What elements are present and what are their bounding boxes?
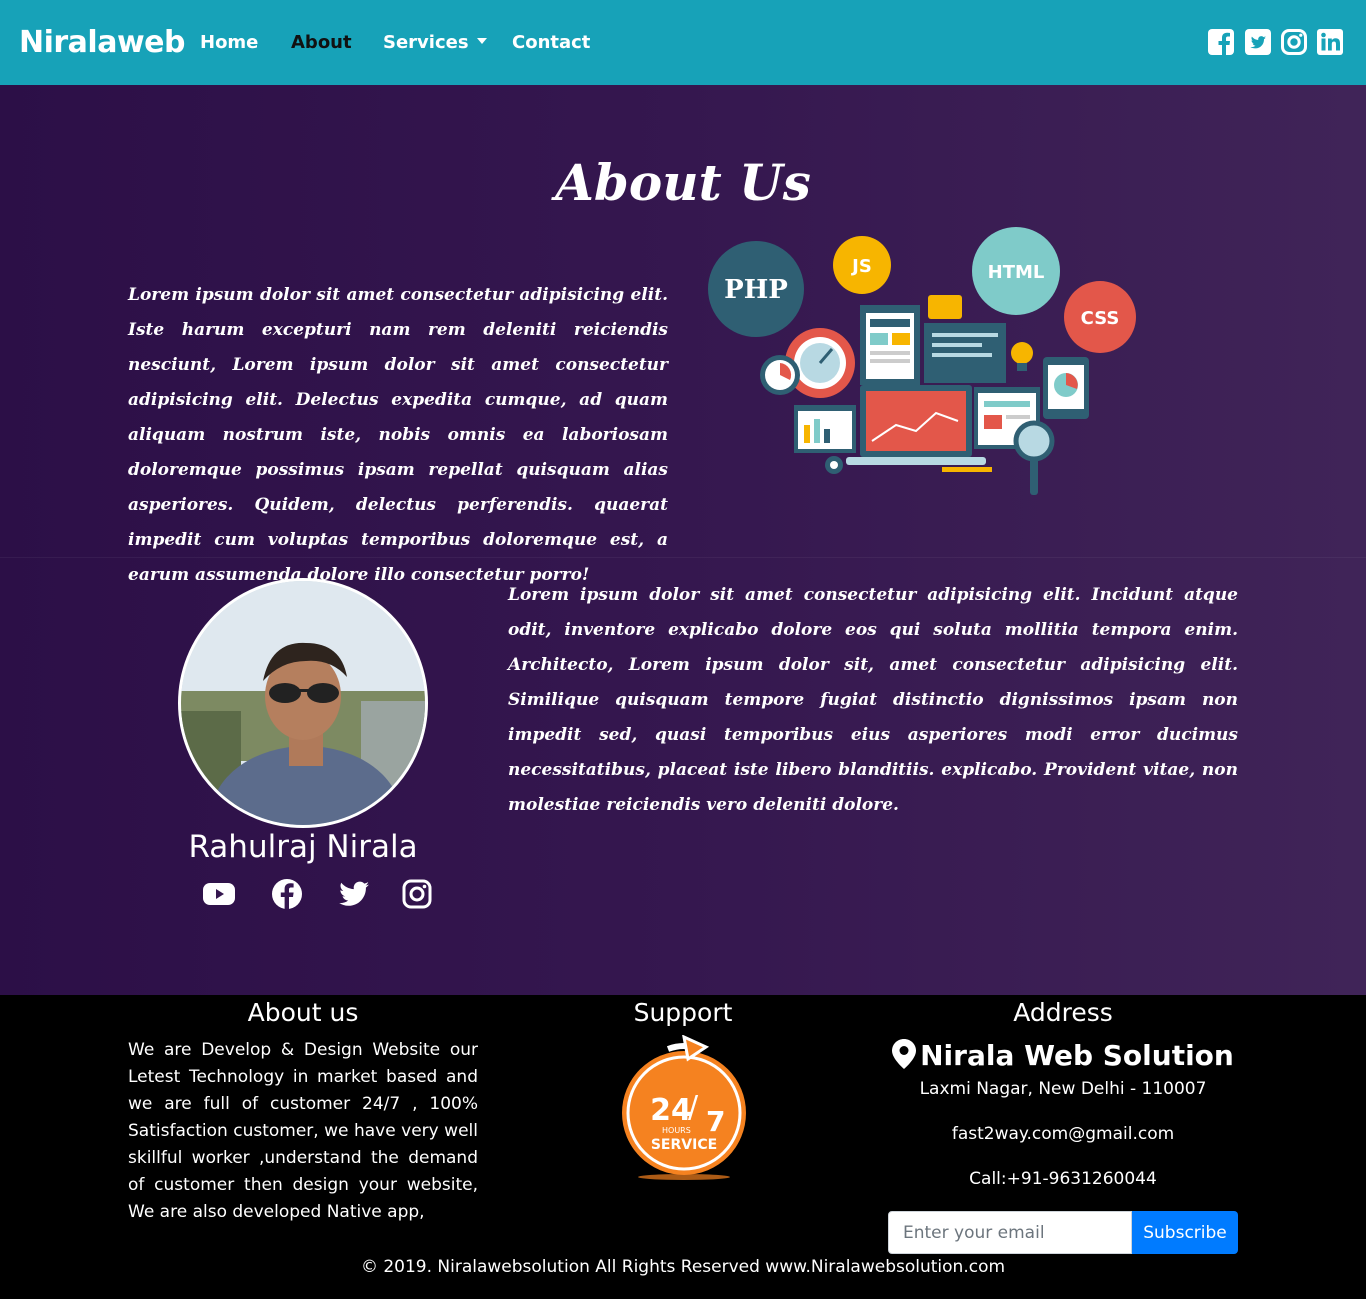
- about-paragraph-1: Lorem ipsum dolor sit amet consectetur a…: [128, 285, 668, 585]
- about-section: About Us Lorem ipsum dolor sit amet cons…: [0, 85, 1366, 995]
- email-text: fast2way.com@gmail.com: [951, 1124, 1175, 1144]
- support-24-text: 24: [650, 1093, 692, 1128]
- copyright-text: © 2019. Niralawebsolution All Rights Res…: [360, 1257, 1006, 1277]
- twitter-icon[interactable]: [337, 877, 371, 911]
- footer-about-heading: About us: [247, 998, 359, 1027]
- avatar: [178, 578, 428, 828]
- section-divider: [0, 557, 1366, 558]
- company-name-text: Nirala Web Solution: [920, 1039, 1234, 1072]
- svg-text:/: /: [688, 1090, 699, 1125]
- email-input[interactable]: [888, 1211, 1132, 1254]
- web-development-illustration: PHP JS HTML CSS: [708, 227, 1136, 495]
- facebook-icon[interactable]: [270, 877, 304, 911]
- twitter-square-icon[interactable]: [1244, 28, 1272, 56]
- footer-address-heading: Address: [1013, 998, 1113, 1027]
- map-marker-icon: [892, 1039, 917, 1069]
- html-label: HTML: [988, 262, 1045, 283]
- js-label: JS: [850, 256, 872, 277]
- php-label: PHP: [724, 275, 788, 305]
- subscribe-button[interactable]: Subscribe: [1132, 1211, 1238, 1254]
- facebook-square-icon[interactable]: [1207, 28, 1235, 56]
- navbar: Niralaweb Home About Services Contact: [0, 0, 1366, 85]
- address-text: Laxmi Nagar, New Delhi - 110007: [919, 1079, 1207, 1099]
- phone-text: Call:+91-9631260044: [969, 1169, 1157, 1189]
- nav-services-label: Services: [383, 32, 469, 53]
- support-hours-text: HOURS: [662, 1126, 691, 1135]
- support-7-text: 7: [706, 1105, 725, 1138]
- footer-support-heading: Support: [633, 998, 733, 1027]
- nav-services-dropdown[interactable]: Services: [383, 32, 487, 53]
- instagram-icon[interactable]: [1280, 28, 1308, 56]
- page-title: About Us: [555, 153, 811, 212]
- subscribe-form: Subscribe: [888, 1211, 1238, 1254]
- linkedin-icon[interactable]: [1316, 28, 1344, 56]
- youtube-icon[interactable]: [202, 877, 236, 911]
- about-paragraph-2: Lorem ipsum dolor sit amet consectetur a…: [508, 585, 1238, 815]
- brand-logo[interactable]: Niralaweb: [19, 25, 186, 60]
- support-service-text: SERVICE: [651, 1137, 717, 1153]
- instagram-icon[interactable]: [400, 877, 434, 911]
- nav-contact[interactable]: Contact: [512, 32, 590, 53]
- css-label: CSS: [1081, 308, 1120, 329]
- chevron-down-icon: [476, 38, 487, 44]
- support-24-7-icon: 24 / 7 HOURS SERVICE: [622, 1035, 746, 1180]
- profile-photo: [181, 581, 425, 825]
- nav-about[interactable]: About: [291, 32, 352, 53]
- footer-about-text: We are Develop & Design Website our Lete…: [128, 1040, 478, 1222]
- person-name: Rahulraj Nirala: [188, 829, 418, 865]
- footer: About us We are Develop & Design Website…: [0, 995, 1366, 1299]
- company-name: Nirala Web Solution: [888, 1039, 1238, 1072]
- nav-home[interactable]: Home: [200, 32, 258, 53]
